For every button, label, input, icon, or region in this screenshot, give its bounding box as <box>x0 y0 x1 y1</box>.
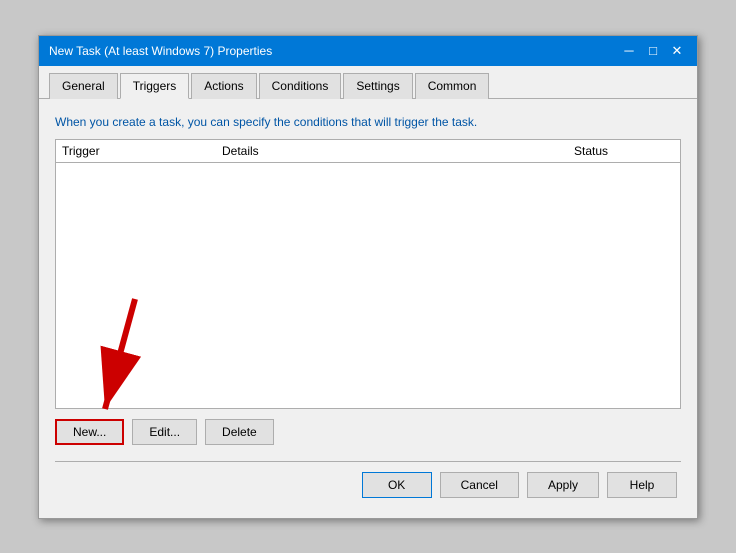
cancel-button[interactable]: Cancel <box>440 472 519 498</box>
tab-general[interactable]: General <box>49 73 118 99</box>
triggers-table: Trigger Details Status <box>55 139 681 409</box>
table-body <box>56 163 680 393</box>
main-window: New Task (At least Windows 7) Properties… <box>38 35 698 519</box>
minimize-button[interactable]: ─ <box>619 42 639 60</box>
table-header: Trigger Details Status <box>56 140 680 163</box>
close-button[interactable]: ✕ <box>667 42 687 60</box>
column-trigger: Trigger <box>62 144 222 158</box>
column-status: Status <box>574 144 674 158</box>
delete-button[interactable]: Delete <box>205 419 274 445</box>
tab-content: When you create a task, you can specify … <box>39 99 697 518</box>
tabs-bar: General Triggers Actions Conditions Sett… <box>39 66 697 99</box>
tab-conditions[interactable]: Conditions <box>259 73 342 99</box>
tab-common[interactable]: Common <box>415 73 490 99</box>
apply-button[interactable]: Apply <box>527 472 599 498</box>
action-buttons: New... Edit... Delete <box>55 419 681 445</box>
column-details: Details <box>222 144 574 158</box>
help-button[interactable]: Help <box>607 472 677 498</box>
title-bar-controls: ─ □ ✕ <box>619 42 687 60</box>
divider <box>55 461 681 462</box>
new-button[interactable]: New... <box>55 419 124 445</box>
info-text: When you create a task, you can specify … <box>55 115 681 129</box>
ok-button[interactable]: OK <box>362 472 432 498</box>
maximize-button[interactable]: □ <box>643 42 663 60</box>
edit-button[interactable]: Edit... <box>132 419 197 445</box>
tab-actions[interactable]: Actions <box>191 73 256 99</box>
dialog-buttons: OK Cancel Apply Help <box>55 472 681 506</box>
title-bar: New Task (At least Windows 7) Properties… <box>39 36 697 66</box>
tab-triggers[interactable]: Triggers <box>120 73 190 99</box>
window-title: New Task (At least Windows 7) Properties <box>49 44 272 58</box>
tab-settings[interactable]: Settings <box>343 73 412 99</box>
